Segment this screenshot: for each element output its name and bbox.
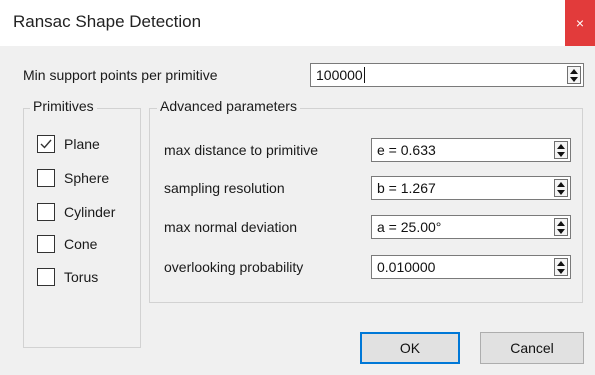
- window-title: Ransac Shape Detection: [13, 12, 202, 31]
- overlooking-probability-spinbox[interactable]: 0.010000: [371, 255, 571, 279]
- spin-up-icon[interactable]: [555, 219, 567, 227]
- spin-down-icon[interactable]: [555, 188, 567, 196]
- spin-down-icon[interactable]: [555, 267, 567, 275]
- min-support-value: 100000: [316, 67, 363, 83]
- min-support-spinbox[interactable]: 100000: [310, 63, 584, 87]
- sampling-resolution-spinbox[interactable]: b = 1.267: [371, 176, 571, 200]
- spin-up-icon[interactable]: [555, 259, 567, 267]
- max-distance-value: e = 0.633: [377, 142, 436, 158]
- max-distance-spin-arrows[interactable]: [554, 141, 568, 159]
- title-bar: Ransac Shape Detection ×: [0, 0, 595, 46]
- max-distance-label: max distance to primitive: [164, 142, 319, 158]
- spin-down-icon[interactable]: [568, 75, 580, 83]
- min-support-label: Min support points per primitive: [23, 67, 218, 83]
- ok-button[interactable]: OK: [360, 332, 460, 364]
- sampling-resolution-label: sampling resolution: [164, 180, 285, 196]
- spin-up-icon[interactable]: [555, 180, 567, 188]
- overlooking-probability-label: overlooking probability: [164, 259, 304, 275]
- checkbox-plane[interactable]: [37, 135, 55, 153]
- spin-down-icon[interactable]: [555, 150, 567, 158]
- close-button[interactable]: ×: [565, 0, 595, 46]
- max-normal-deviation-label: max normal deviation: [164, 219, 298, 235]
- cancel-button[interactable]: Cancel: [480, 332, 584, 364]
- primitives-group-title: Primitives: [30, 98, 97, 114]
- check-mark-icon: [40, 139, 52, 149]
- checkbox-sphere[interactable]: [37, 169, 55, 187]
- max-normal-deviation-value: a = 25.00°: [377, 219, 442, 235]
- overlooking-probability-spin-arrows[interactable]: [554, 258, 568, 276]
- checkbox-torus[interactable]: [37, 268, 55, 286]
- sampling-resolution-value: b = 1.267: [377, 180, 436, 196]
- min-support-spin-arrows[interactable]: [567, 66, 581, 84]
- spin-down-icon[interactable]: [555, 227, 567, 235]
- spin-up-icon[interactable]: [555, 142, 567, 150]
- max-normal-deviation-spinbox[interactable]: a = 25.00°: [371, 215, 571, 239]
- sampling-resolution-spin-arrows[interactable]: [554, 179, 568, 197]
- checkbox-torus-label: Torus: [64, 269, 99, 285]
- checkbox-cone-label: Cone: [64, 236, 98, 252]
- checkbox-cone[interactable]: [37, 235, 55, 253]
- checkbox-cylinder[interactable]: [37, 203, 55, 221]
- checkbox-plane-label: Plane: [64, 136, 100, 152]
- checkbox-sphere-label: Sphere: [64, 170, 110, 186]
- dialog-body: Min support points per primitive 100000 …: [0, 46, 595, 375]
- ransac-dialog: Ransac Shape Detection × Min support poi…: [0, 0, 595, 375]
- spin-up-icon[interactable]: [568, 67, 580, 75]
- overlooking-probability-value: 0.010000: [377, 259, 436, 275]
- close-icon: ×: [575, 15, 585, 31]
- text-caret: [363, 67, 365, 83]
- max-distance-spinbox[interactable]: e = 0.633: [371, 138, 571, 162]
- advanced-group-title: Advanced parameters: [157, 98, 300, 114]
- checkbox-cylinder-label: Cylinder: [64, 204, 116, 220]
- max-normal-deviation-spin-arrows[interactable]: [554, 218, 568, 236]
